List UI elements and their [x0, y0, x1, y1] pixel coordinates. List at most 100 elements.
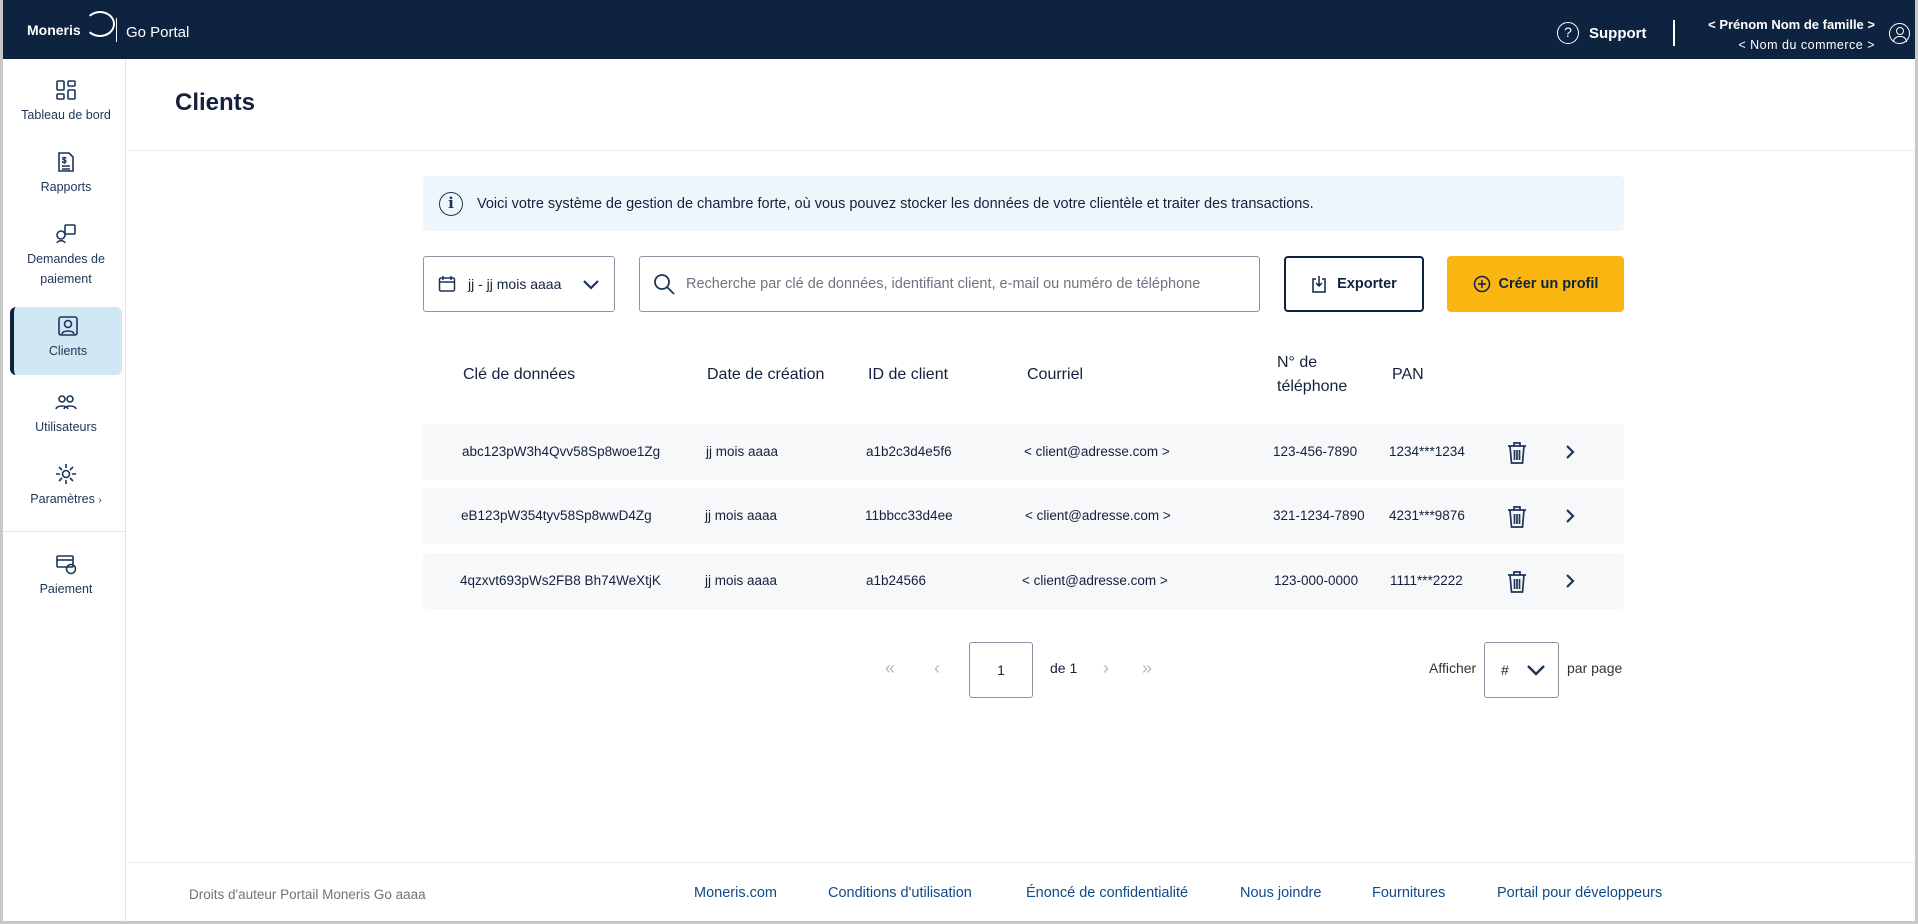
sidebar-item-clients[interactable]: Clients: [10, 307, 122, 375]
search-input[interactable]: [686, 276, 1226, 292]
chevron-right-icon: ›: [98, 495, 102, 506]
column-header-pan: PAN: [1392, 366, 1424, 383]
logo-swirl-icon: [84, 11, 115, 37]
sidebar-item-label: Tableau de bord: [21, 108, 111, 122]
moneris-logo[interactable]: Moneris: [27, 11, 115, 43]
support-label: Support: [1589, 24, 1647, 42]
column-header-email: Courriel: [1027, 366, 1084, 383]
previous-page-icon[interactable]: ‹: [934, 658, 940, 679]
customer-icon: [58, 316, 78, 336]
per-page-label: par page: [1567, 660, 1623, 676]
chevron-down-icon: [1527, 665, 1545, 676]
sidebar-item-label: Paiement: [39, 582, 93, 596]
footer-link-terms[interactable]: Conditions d'utilisation: [828, 885, 972, 901]
cell-client-id: 11bbcc33d4ee: [865, 508, 953, 523]
last-page-icon[interactable]: »: [1142, 658, 1152, 679]
sidebar-item-label: Demandes de paiement: [27, 252, 105, 286]
page-title: Clients: [175, 89, 256, 116]
merchant-name: < Nom du commerce >: [1738, 38, 1875, 52]
chevron-right-icon[interactable]: [1563, 444, 1577, 460]
column-header-client-id: ID de client: [868, 366, 949, 383]
page-number-input[interactable]: 1: [969, 642, 1033, 698]
cell-email: < client@adresse.com >: [1025, 508, 1171, 523]
export-button[interactable]: Exporter: [1284, 256, 1424, 312]
account-icon[interactable]: [1889, 23, 1910, 44]
copyright-text: Droits d'auteur Portail Moneris Go aaaa: [189, 887, 426, 902]
logo-text: Moneris: [27, 22, 81, 38]
footer-link-privacy[interactable]: Énoncé de confidentialité: [1026, 885, 1188, 901]
page-header: Clients: [127, 59, 1915, 151]
footer-link-contact[interactable]: Nous joindre: [1240, 885, 1321, 901]
payment-icon: [56, 555, 77, 575]
sidebar-item-reports[interactable]: $ Rapports: [10, 151, 122, 197]
date-range-value: jj - jj mois aaaa: [468, 276, 562, 292]
user-info[interactable]: < Prénom Nom de famille > < Nom du comme…: [1708, 14, 1875, 56]
brand-divider: [116, 18, 117, 42]
chevron-right-icon[interactable]: [1563, 508, 1577, 524]
chevron-down-icon: [583, 280, 599, 290]
cell-data-key: eB123pW354tyv58Sp8wwD4Zg: [461, 508, 652, 523]
cell-client-id: a1b24566: [866, 573, 927, 588]
sidebar-divider: [3, 531, 125, 532]
delete-icon[interactable]: [1506, 505, 1528, 529]
gear-icon: [56, 464, 76, 484]
cell-email: < client@adresse.com >: [1022, 573, 1168, 588]
cell-created: jj mois aaaa: [705, 508, 778, 523]
info-text: Voici votre système de gestion de chambr…: [477, 195, 1314, 212]
cell-data-key: 4qzxvt693pWs2FB8 Bh74WeXtjK: [460, 573, 661, 588]
table-row[interactable]: abc123pW3h4Qvv58Sp8woe1Zg jj mois aaaa a…: [423, 424, 1624, 480]
search-icon: [654, 274, 675, 295]
cell-pan: 1111***2222: [1390, 573, 1463, 588]
column-header-data-key: Clé de données: [463, 366, 576, 383]
cell-phone: 123-000-0000: [1274, 573, 1359, 588]
cell-phone: 321-1234-7890: [1273, 508, 1365, 523]
svg-text:$: $: [62, 156, 67, 165]
cell-client-id: a1b2c3d4e5f6: [866, 444, 952, 459]
footer: Droits d'auteur Portail Moneris Go aaaa …: [127, 862, 1915, 921]
column-header-phone-line2: téléphone: [1277, 378, 1348, 395]
per-page-select[interactable]: #: [1484, 642, 1559, 698]
info-banner: i Voici votre système de gestion de cham…: [423, 176, 1624, 231]
table-row[interactable]: eB123pW354tyv58Sp8wwD4Zg jj mois aaaa 11…: [423, 488, 1624, 544]
footer-link-supplies[interactable]: Fournitures: [1372, 885, 1445, 901]
create-profile-label: Créer un profil: [1498, 276, 1599, 292]
column-header-phone: N° de téléphone: [1277, 351, 1347, 399]
cell-phone: 123-456-7890: [1273, 444, 1358, 459]
page-count-label: de 1: [1050, 660, 1078, 676]
footer-link-developers[interactable]: Portail pour développeurs: [1497, 885, 1662, 901]
sidebar-item-payment[interactable]: Paiement: [10, 553, 122, 599]
date-range-select[interactable]: jj - jj mois aaaa: [423, 256, 615, 312]
cell-pan: 1234***1234: [1389, 444, 1465, 459]
per-page-value: #: [1501, 662, 1509, 678]
delete-icon[interactable]: [1506, 441, 1528, 465]
next-page-icon[interactable]: ›: [1103, 658, 1109, 679]
footer-link-moneris[interactable]: Moneris.com: [694, 885, 777, 901]
sidebar-item-users[interactable]: Utilisateurs: [10, 391, 122, 437]
help-icon: ?: [1557, 22, 1579, 44]
sidebar-item-payment-requests[interactable]: Demandes de paiement: [10, 223, 122, 289]
export-icon: [1312, 276, 1326, 293]
sidebar-item-label: Paramètres: [30, 492, 95, 506]
create-profile-button[interactable]: Créer un profil: [1447, 256, 1624, 312]
info-icon: i: [439, 191, 463, 216]
sidebar-item-label: Clients: [48, 344, 88, 358]
sidebar-item-settings[interactable]: Paramètres ›: [10, 463, 122, 511]
chevron-right-icon[interactable]: [1563, 573, 1577, 589]
sidebar-item-dashboard[interactable]: Tableau de bord: [10, 79, 122, 125]
top-bar: Moneris Go Portal ? Support < Prénom Nom…: [3, 0, 1915, 59]
user-name: < Prénom Nom de famille >: [1708, 17, 1875, 32]
first-page-icon[interactable]: «: [885, 658, 895, 679]
app-name: Go Portal: [126, 24, 190, 41]
calendar-icon: [438, 276, 456, 292]
payment-request-icon: [56, 224, 76, 244]
support-link[interactable]: ? Support: [1557, 22, 1647, 44]
table-row[interactable]: 4qzxvt693pWs2FB8 Bh74WeXtjK jj mois aaaa…: [423, 553, 1624, 609]
search-field[interactable]: [639, 256, 1260, 312]
users-icon: [55, 395, 77, 410]
show-label: Afficher: [1429, 660, 1477, 676]
delete-icon[interactable]: [1506, 570, 1528, 594]
cell-pan: 4231***9876: [1389, 508, 1465, 523]
sidebar-item-label: Utilisateurs: [35, 420, 97, 434]
cell-created: jj mois aaaa: [705, 573, 778, 588]
export-label: Exporter: [1337, 276, 1397, 292]
